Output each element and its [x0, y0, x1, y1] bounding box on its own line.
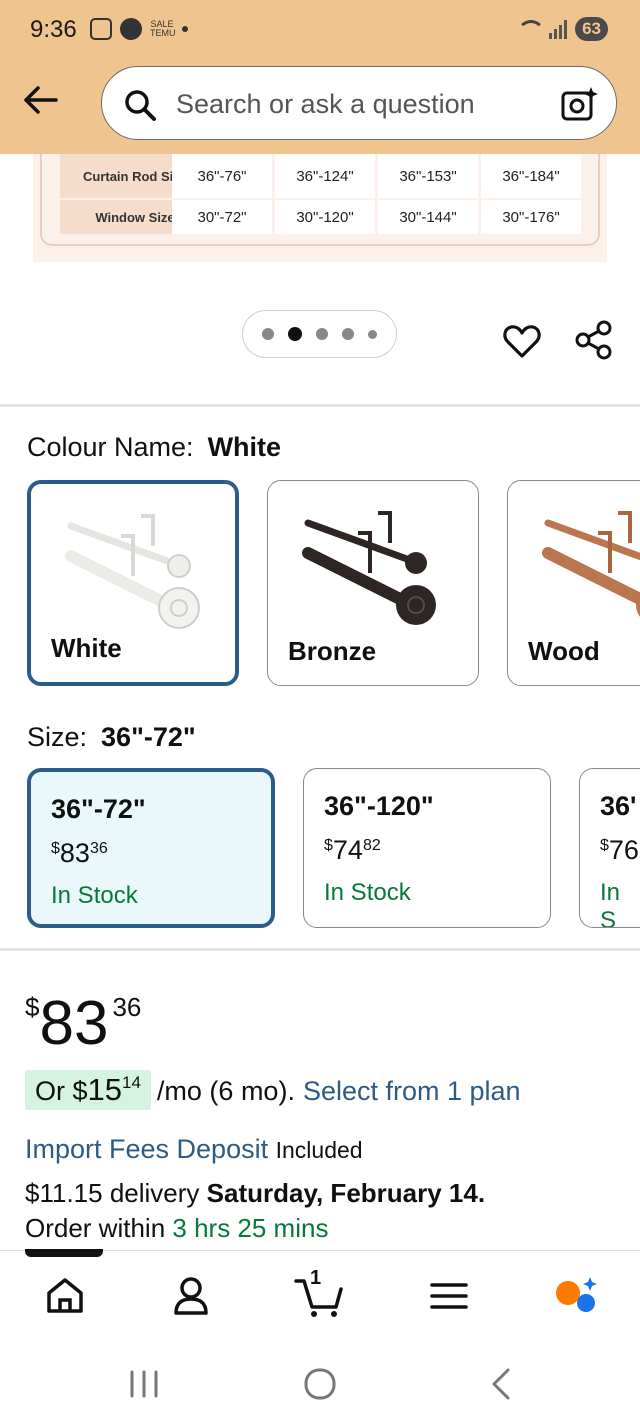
- camera-search-icon[interactable]: [560, 85, 598, 123]
- select-plan-link[interactable]: Select from 1 plan: [303, 1076, 521, 1107]
- section-divider: [0, 404, 640, 407]
- status-bar: 9:36 SALE TEMU 63: [0, 0, 640, 60]
- search-bar[interactable]: [101, 66, 617, 140]
- system-nav-bar: [0, 1342, 640, 1422]
- colour-label-row: Colour Name: White: [27, 432, 281, 463]
- home-button-icon[interactable]: [300, 1364, 340, 1404]
- bottom-nav-bar: 1: [0, 1249, 640, 1342]
- import-fees-status: Included: [275, 1137, 363, 1163]
- delivery-row: $11.15 delivery Saturday, February 14.: [25, 1178, 485, 1209]
- rod-size-cell: 36"-76": [172, 154, 272, 198]
- size-option-stock: In Stock: [324, 879, 411, 906]
- order-within-time: 3 hrs 25 mins: [172, 1213, 329, 1243]
- carousel-dot[interactable]: [262, 328, 274, 340]
- cart-count-badge: 1: [310, 1267, 322, 1289]
- size-option-name: 36"-120": [324, 791, 434, 821]
- facebook-notification-icon: [120, 18, 142, 40]
- swatch-label: White: [51, 633, 122, 663]
- white-rod-image: [65, 514, 200, 629]
- status-notification-icons: SALE TEMU: [90, 18, 188, 40]
- carousel-dot[interactable]: [342, 328, 354, 340]
- wifi-icon: [515, 18, 546, 40]
- colour-swatch-wood[interactable]: Wood: [507, 480, 640, 686]
- recent-apps-icon[interactable]: [124, 1364, 164, 1404]
- share-icon[interactable]: [573, 319, 615, 361]
- colour-swatch-white[interactable]: White: [27, 480, 239, 686]
- active-tab-indicator: [25, 1249, 103, 1257]
- home-icon[interactable]: [42, 1273, 88, 1319]
- size-option-price: $7482: [324, 835, 381, 865]
- status-system-icons: 63: [515, 17, 608, 41]
- section-divider: [0, 948, 640, 951]
- rod-size-cell: 36"-124": [275, 154, 375, 198]
- order-within-label: Order within: [25, 1213, 166, 1243]
- app-header: 9:36 SALE TEMU 63: [0, 0, 640, 154]
- size-chart-table: Curtain Rod Size Window Size 36"-76" 36"…: [40, 154, 600, 246]
- delivery-date: Saturday, February 14.: [206, 1178, 486, 1208]
- colour-label: Colour Name:: [27, 432, 194, 462]
- back-arrow-icon[interactable]: [20, 80, 60, 120]
- size-option-price: $76: [600, 835, 639, 865]
- rod-size-cell: 36"-184": [481, 154, 581, 198]
- window-size-cell: 30"-120": [275, 200, 375, 234]
- back-button-icon[interactable]: [482, 1364, 522, 1404]
- carousel-dot[interactable]: [368, 329, 377, 339]
- bronze-rod-image: [302, 511, 436, 625]
- size-option-name: 36"-72": [51, 794, 146, 824]
- delivery-cost: $11.15 delivery: [25, 1178, 200, 1208]
- carousel-dot[interactable]: [316, 328, 328, 340]
- size-option-price: $8336: [51, 838, 108, 868]
- heart-icon[interactable]: [502, 321, 542, 361]
- colour-swatch-bronze[interactable]: Bronze: [267, 480, 479, 686]
- monthly-payment-amount: Or $1514: [25, 1070, 151, 1110]
- search-input[interactable]: [176, 87, 536, 121]
- rod-size-cell: 36"-153": [378, 154, 478, 198]
- screenshot-notification-icon: [90, 18, 112, 40]
- menu-icon[interactable]: [426, 1273, 472, 1319]
- carousel-dot-active[interactable]: [288, 327, 302, 341]
- status-time: 9:36: [30, 16, 77, 43]
- size-option-stock: In Stock: [51, 882, 138, 909]
- cart-button[interactable]: 1: [294, 1267, 343, 1319]
- size-label: Size:: [27, 722, 88, 752]
- rufus-icon[interactable]: [552, 1273, 598, 1319]
- more-notifications-dot-icon: [182, 26, 188, 32]
- product-price: $83 36: [25, 989, 142, 1058]
- size-option-partial[interactable]: 36' $76 In S: [579, 768, 640, 928]
- swatch-label: Bronze: [288, 636, 377, 666]
- monthly-payment-suffix: /mo (6 mo).: [156, 1076, 295, 1106]
- search-icon: [125, 90, 156, 121]
- temu-notification-icon: SALE TEMU: [150, 19, 176, 38]
- colour-selected-value: White: [207, 432, 282, 462]
- import-fees-row: Import Fees Deposit Included: [25, 1134, 363, 1165]
- window-size-cell: 30"-72": [172, 200, 272, 234]
- image-carousel-indicator[interactable]: [242, 310, 397, 358]
- monthly-payment-row: Or $1514 /mo (6 mo). Select from 1 plan: [25, 1070, 521, 1110]
- order-within-row: Order within 3 hrs 25 mins: [25, 1213, 328, 1244]
- account-icon[interactable]: [168, 1273, 214, 1319]
- battery-indicator: 63: [575, 17, 608, 41]
- window-size-cell: 30"-144": [378, 200, 478, 234]
- size-label-row: Size: 36"-72": [27, 722, 196, 753]
- wood-rod-image: [542, 511, 640, 617]
- size-option-name: 36': [600, 791, 637, 821]
- size-selected-value: 36"-72": [101, 722, 196, 752]
- window-size-cell: 30"-176": [481, 200, 581, 234]
- swatch-label: Wood: [528, 636, 600, 666]
- signal-icon: [549, 19, 568, 39]
- size-option-stock: In S: [600, 879, 621, 928]
- size-option-36-120[interactable]: 36"-120" $7482 In Stock: [303, 768, 551, 928]
- import-fees-link[interactable]: Import Fees Deposit: [25, 1134, 268, 1164]
- size-option-36-72[interactable]: 36"-72" $8336 In Stock: [27, 768, 275, 928]
